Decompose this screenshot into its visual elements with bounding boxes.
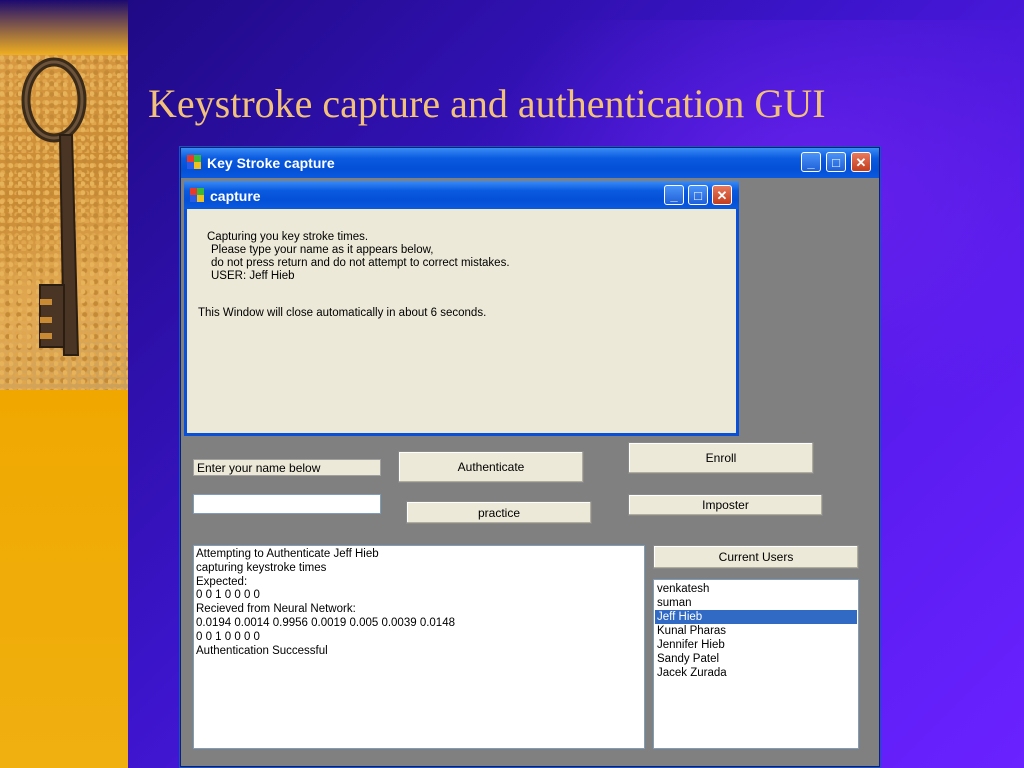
key-photo bbox=[0, 55, 128, 390]
instruction-line: USER: Jeff Hieb bbox=[211, 270, 295, 282]
user-item[interactable]: suman bbox=[655, 596, 857, 610]
log-line: 0.0194 0.0014 0.9956 0.0019 0.005 0.0039… bbox=[196, 616, 455, 629]
maximize-button[interactable]: □ bbox=[826, 152, 846, 172]
minimize-button[interactable]: _ bbox=[801, 152, 821, 172]
capture-content: Capturing you key stroke times. Please t… bbox=[187, 209, 736, 433]
user-item-selected[interactable]: Jeff Hieb bbox=[655, 610, 857, 624]
capture-window-title: capture bbox=[210, 188, 261, 204]
name-input[interactable] bbox=[193, 494, 381, 514]
log-line: capturing keystroke times bbox=[196, 561, 327, 574]
users-list[interactable]: venkatesh suman Jeff Hieb Kunal Pharas J… bbox=[653, 579, 859, 749]
user-item[interactable]: Kunal Pharas bbox=[655, 624, 857, 638]
instruction-line: Capturing you key stroke times. bbox=[207, 231, 369, 243]
key-icon bbox=[21, 57, 87, 356]
log-line: Authentication Successful bbox=[196, 644, 328, 657]
main-window-title: Key Stroke capture bbox=[207, 155, 335, 171]
user-item[interactable]: Jennifer Hieb bbox=[655, 638, 857, 652]
capture-maximize-button[interactable]: □ bbox=[688, 185, 708, 205]
capture-app-icon bbox=[190, 188, 204, 202]
app-icon bbox=[187, 155, 201, 169]
main-window: Key Stroke capture _ □ ✕ capture _ □ ✕ C… bbox=[180, 147, 880, 767]
capture-window-titlebar[interactable]: capture _ □ ✕ bbox=[184, 181, 739, 209]
log-line: Expected: bbox=[196, 575, 248, 588]
log-line: 0 0 1 0 0 0 0 bbox=[196, 630, 260, 643]
imposter-button[interactable]: Imposter bbox=[628, 494, 823, 516]
current-users-button[interactable]: Current Users bbox=[653, 545, 859, 569]
instruction-line: Please type your name as it appears belo… bbox=[211, 244, 434, 256]
slide-title: Keystroke capture and authentication GUI bbox=[148, 81, 826, 126]
enroll-button[interactable]: Enroll bbox=[628, 442, 814, 474]
log-line: Attempting to Authenticate Jeff Hieb bbox=[196, 548, 379, 560]
close-notice: This Window will close automatically in … bbox=[198, 307, 487, 319]
authenticate-button[interactable]: Authenticate bbox=[398, 451, 584, 483]
capture-close-button[interactable]: ✕ bbox=[712, 185, 732, 205]
capture-window: capture _ □ ✕ Capturing you key stroke t… bbox=[184, 181, 739, 436]
instruction-line: do not press return and do not attempt t… bbox=[211, 257, 510, 269]
user-item[interactable]: Sandy Patel bbox=[655, 652, 857, 666]
practice-button[interactable]: practice bbox=[406, 501, 592, 524]
user-item[interactable]: Jacek Zurada bbox=[655, 666, 857, 680]
close-button[interactable]: ✕ bbox=[851, 152, 871, 172]
name-label: Enter your name below bbox=[193, 459, 381, 476]
output-log[interactable]: Attempting to Authenticate Jeff Hieb capt… bbox=[193, 545, 645, 749]
main-window-titlebar[interactable]: Key Stroke capture _ □ ✕ bbox=[181, 148, 879, 178]
capture-minimize-button[interactable]: _ bbox=[664, 185, 684, 205]
log-line: Recieved from Neural Network: bbox=[196, 603, 356, 616]
log-line: 0 0 1 0 0 0 0 bbox=[196, 589, 260, 602]
left-band-gradient bbox=[0, 0, 128, 55]
user-item[interactable]: venkatesh bbox=[655, 582, 857, 596]
